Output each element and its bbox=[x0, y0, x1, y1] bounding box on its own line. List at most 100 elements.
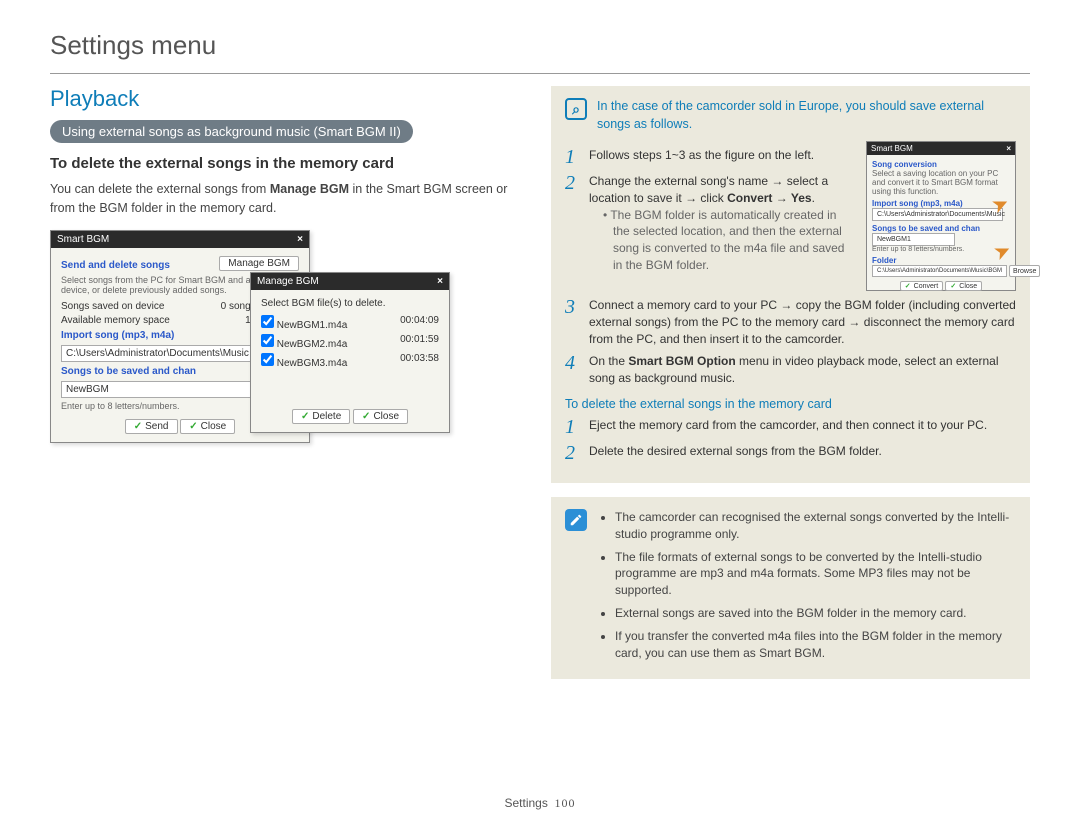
mini-close-button[interactable]: ✓Close bbox=[945, 281, 982, 291]
note-item: External songs are saved into the BGM fo… bbox=[615, 605, 1016, 622]
check-icon: ✓ bbox=[362, 411, 370, 422]
mini-h4: Folder bbox=[872, 256, 1010, 265]
close-button[interactable]: ✓ Close bbox=[180, 419, 235, 434]
subheading: To delete the external songs in the memo… bbox=[50, 155, 529, 172]
file-duration: 00:01:59 bbox=[400, 334, 439, 350]
bold-text: Smart BGM Option bbox=[628, 354, 735, 368]
para-pre: You can delete the external songs from bbox=[50, 182, 270, 196]
convert-button[interactable]: ✓Convert bbox=[900, 281, 943, 291]
close-icon[interactable]: × bbox=[437, 276, 443, 287]
t: . bbox=[812, 191, 815, 205]
step-2-sub: The BGM folder is automatically created … bbox=[603, 207, 856, 274]
close-icon[interactable]: × bbox=[297, 234, 303, 245]
send-delete-heading: Send and delete songs bbox=[61, 260, 170, 271]
check-icon: ✓ bbox=[301, 411, 309, 422]
note-box: The camcorder can recognised the externa… bbox=[551, 497, 1030, 679]
mini-browse-button[interactable]: Browse bbox=[1009, 265, 1040, 277]
delete-subheading: To delete the external songs in the memo… bbox=[565, 397, 1016, 411]
bold-text: Convert → Yes bbox=[727, 191, 811, 205]
mini-name[interactable]: NewBGM1 bbox=[872, 233, 955, 246]
send-button[interactable]: ✓Send bbox=[125, 419, 178, 434]
file-row: NewBGM3.m4a 00:03:58 bbox=[261, 353, 439, 369]
para-bold: Manage BGM bbox=[270, 182, 349, 196]
file-checkbox[interactable] bbox=[261, 353, 274, 366]
step-num: 4 bbox=[565, 353, 579, 387]
section-title: Playback bbox=[50, 86, 529, 112]
file-row: NewBGM2.m4a 00:01:59 bbox=[261, 334, 439, 350]
info-box: ⌕ In the case of the camcorder sold in E… bbox=[551, 86, 1030, 483]
t: Change the external song's name bbox=[589, 174, 771, 188]
note-icon bbox=[565, 509, 587, 531]
window-title: Smart BGM bbox=[57, 234, 109, 245]
mini-h: Song conversion bbox=[872, 160, 1010, 169]
window-titlebar: Smart BGM × bbox=[867, 142, 1015, 155]
window-body: Select BGM file(s) to delete. NewBGM1.m4… bbox=[251, 290, 449, 432]
path-input[interactable]: C:\Users\Administrator\Documents\Music bbox=[61, 345, 254, 362]
delete-label: Delete bbox=[312, 411, 341, 422]
step-text: Change the external song's name → select… bbox=[589, 173, 856, 274]
step-3: 3 Connect a memory card to your PC → cop… bbox=[565, 297, 1016, 347]
close-icon[interactable]: × bbox=[1006, 144, 1011, 153]
window-title: Manage BGM bbox=[257, 276, 319, 287]
delete-button[interactable]: ✓Delete bbox=[292, 409, 350, 424]
close-button[interactable]: ✓Close bbox=[353, 409, 408, 424]
arrow-icon: → bbox=[685, 191, 697, 205]
step-num: 2 bbox=[565, 173, 579, 274]
mini-hint: Enter up to 8 letters/numbers. bbox=[872, 246, 1010, 253]
window-title: Smart BGM bbox=[871, 144, 913, 153]
info-head-text: In the case of the camcorder sold in Eur… bbox=[597, 98, 1016, 133]
step-text: Follows steps 1~3 as the figure on the l… bbox=[589, 147, 856, 167]
step-1: 1 Follows steps 1~3 as the figure on the… bbox=[565, 147, 856, 167]
screenshot-group: Smart BGM × Send and delete songs Manage… bbox=[50, 230, 529, 480]
file-duration: 00:03:58 bbox=[400, 353, 439, 369]
mini-path[interactable]: C:\Users\Administrator\Documents\Music bbox=[872, 208, 1003, 221]
footer-label: Settings bbox=[504, 796, 547, 810]
step-2: 2 Change the external song's name → sele… bbox=[565, 173, 856, 274]
row1-label: Songs saved on device bbox=[61, 301, 164, 312]
file-checkbox[interactable] bbox=[261, 334, 274, 347]
mini-folder[interactable]: C:\Users\Administrator\Documents\Music\B… bbox=[872, 265, 1007, 277]
note-list: The camcorder can recognised the externa… bbox=[599, 509, 1016, 667]
step-num: 1 bbox=[565, 147, 579, 167]
step-num: 3 bbox=[565, 297, 579, 347]
step-text: Delete the desired external songs from t… bbox=[589, 443, 1016, 463]
arrow-icon: → bbox=[771, 174, 783, 188]
check-icon: ✓ bbox=[134, 421, 142, 432]
steps-1-2: 1 Follows steps 1~3 as the figure on the… bbox=[565, 141, 856, 291]
divider bbox=[50, 73, 1030, 74]
del-step-2: 2 Delete the desired external songs from… bbox=[565, 443, 1016, 463]
step-4: 4 On the Smart BGM Option menu in video … bbox=[565, 353, 1016, 387]
manage-desc: Select BGM file(s) to delete. bbox=[261, 298, 439, 309]
step-num: 2 bbox=[565, 443, 579, 463]
step-text: Connect a memory card to your PC → copy … bbox=[589, 297, 1016, 347]
file-list: NewBGM1.m4a00:04:09 NewBGM2.m4a00:01:59 … bbox=[261, 315, 439, 369]
pencil-icon bbox=[569, 513, 583, 527]
file-item[interactable]: NewBGM1.m4a bbox=[261, 315, 347, 331]
mini-close-label: Close bbox=[959, 283, 977, 290]
mini-desc: Select a saving location on your PC and … bbox=[872, 169, 1010, 196]
manage-bgm-button[interactable]: Manage BGM bbox=[219, 256, 299, 271]
steps-with-shot: 1 Follows steps 1~3 as the figure on the… bbox=[565, 141, 1016, 291]
convert-label: Convert bbox=[914, 283, 939, 290]
window-titlebar: Smart BGM × bbox=[51, 231, 309, 248]
row2-label: Available memory space bbox=[61, 315, 170, 326]
topic-pill: Using external songs as background music… bbox=[50, 120, 413, 143]
t: click bbox=[700, 191, 727, 205]
page-number: 100 bbox=[555, 796, 576, 810]
left-column: Playback Using external songs as backgro… bbox=[50, 86, 529, 679]
file-item[interactable]: NewBGM2.m4a bbox=[261, 334, 347, 350]
check-icon: ✓ bbox=[905, 282, 911, 290]
close-label: Close bbox=[201, 421, 227, 432]
check-icon: ✓ bbox=[950, 282, 956, 290]
columns: Playback Using external songs as backgro… bbox=[50, 86, 1030, 679]
check-icon: ✓ bbox=[189, 421, 197, 432]
intro-paragraph: You can delete the external songs from M… bbox=[50, 180, 529, 218]
window-body: Song conversion Select a saving location… bbox=[867, 155, 1015, 296]
file-checkbox[interactable] bbox=[261, 315, 274, 328]
file-row: NewBGM1.m4a00:04:09 bbox=[261, 315, 439, 331]
page-title: Settings menu bbox=[50, 30, 1030, 61]
close-label: Close bbox=[373, 411, 399, 422]
manage-bgm-window: Manage BGM × Select BGM file(s) to delet… bbox=[250, 272, 450, 433]
file-item[interactable]: NewBGM3.m4a bbox=[261, 353, 347, 369]
magnifier-icon: ⌕ bbox=[565, 98, 587, 120]
